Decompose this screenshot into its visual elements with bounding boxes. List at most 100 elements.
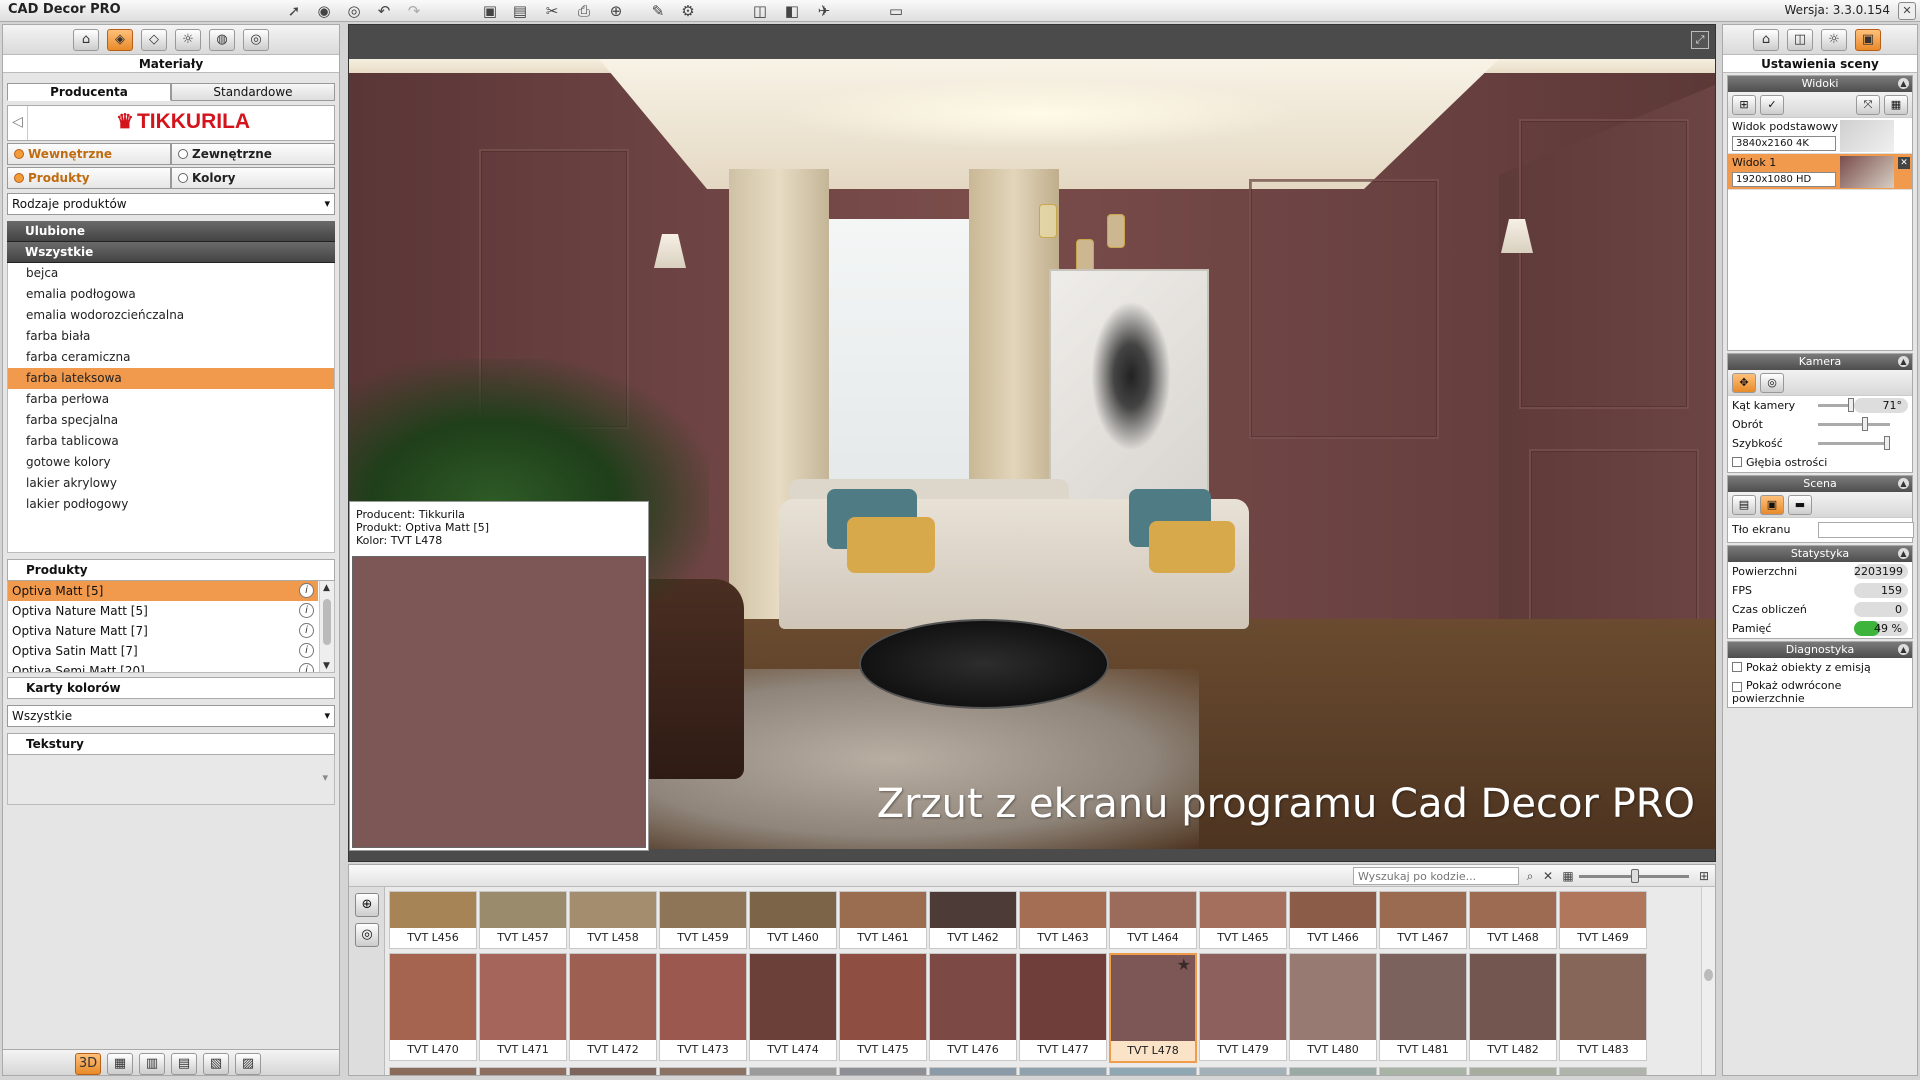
- camera-capture-icon[interactable]: ◎: [355, 923, 379, 947]
- clear-icon[interactable]: ✕: [1539, 867, 1557, 885]
- option-colors[interactable]: Kolory: [171, 167, 335, 189]
- speed-slider[interactable]: [1818, 436, 1890, 450]
- arrow-up-icon[interactable]: ▲: [323, 583, 330, 593]
- favorite-star-icon[interactable]: ★: [1177, 955, 1191, 974]
- color-cell[interactable]: TVT L472: [569, 953, 657, 1061]
- split-view-icon[interactable]: ▨: [235, 1053, 261, 1075]
- camera-header[interactable]: Kamera ▲: [1728, 354, 1912, 370]
- color-chip[interactable]: [570, 954, 656, 1040]
- info-icon[interactable]: i: [299, 583, 314, 598]
- wall-view-icon[interactable]: ▧: [203, 1053, 229, 1075]
- lighting-icon[interactable]: ☼: [1821, 29, 1847, 51]
- color-chip[interactable]: [390, 954, 476, 1040]
- color-cell[interactable]: TVT L474: [749, 953, 837, 1061]
- render-viewport[interactable]: Zrzut z ekranu programu Cad Decor PRO ⤢ …: [348, 24, 1716, 862]
- arrow-down-icon[interactable]: ▼: [323, 661, 330, 671]
- slider-knob[interactable]: [1862, 417, 1868, 431]
- search-icon[interactable]: ⌕: [1521, 867, 1539, 885]
- color-chip[interactable]: [1470, 892, 1556, 928]
- color-chip[interactable]: [1200, 892, 1286, 928]
- color-cell[interactable]: TVT L476: [929, 953, 1017, 1061]
- product-item[interactable]: Optiva Nature Matt [7] i: [8, 621, 318, 641]
- info-icon[interactable]: i: [299, 623, 314, 638]
- side-view-icon[interactable]: ▤: [171, 1053, 197, 1075]
- dof-row[interactable]: Głębia ostrości: [1728, 453, 1912, 472]
- orbit-camera-icon[interactable]: ◎: [1760, 373, 1784, 393]
- color-cards-header[interactable]: Karty kolorów: [7, 677, 335, 699]
- color-cell[interactable]: [1469, 1067, 1557, 1075]
- color-chip[interactable]: [1020, 954, 1106, 1040]
- info-icon[interactable]: i: [299, 663, 314, 672]
- color-chip[interactable]: [1560, 892, 1646, 928]
- color-chip[interactable]: [1290, 892, 1376, 928]
- color-cell[interactable]: TVT L467: [1379, 891, 1467, 949]
- tab-producer[interactable]: Producenta: [7, 83, 171, 101]
- diagnostics-header[interactable]: Diagnostyka ▲: [1728, 642, 1912, 658]
- views-header[interactable]: Widoki ▲: [1728, 76, 1912, 92]
- grid-large-icon[interactable]: ⊞: [1695, 867, 1713, 885]
- color-cell[interactable]: [1559, 1067, 1647, 1075]
- color-chip[interactable]: [930, 892, 1016, 928]
- redo-icon[interactable]: ↷: [402, 1, 426, 21]
- color-chip[interactable]: [1290, 954, 1376, 1040]
- color-cell[interactable]: TVT L480: [1289, 953, 1377, 1061]
- color-cell[interactable]: TVT L465: [1199, 891, 1287, 949]
- delete-view-icon[interactable]: ✕: [1898, 157, 1910, 169]
- screen-bg-color-picker[interactable]: [1818, 522, 1914, 538]
- category-item[interactable]: farba ceramiczna: [8, 347, 334, 368]
- color-cell[interactable]: [839, 1067, 927, 1075]
- category-favorites[interactable]: Ulubione: [7, 221, 335, 242]
- color-cell[interactable]: TVT L481: [1379, 953, 1467, 1061]
- color-chip[interactable]: [840, 892, 926, 928]
- objects-icon[interactable]: ⌂: [1753, 29, 1779, 51]
- color-cell[interactable]: TVT L469: [1559, 891, 1647, 949]
- layers-icon[interactable]: ◫: [1787, 29, 1813, 51]
- tab-standard[interactable]: Standardowe: [171, 83, 335, 101]
- category-all[interactable]: Wszystkie: [7, 242, 335, 263]
- option-interior[interactable]: Wewnętrzne: [7, 143, 171, 165]
- print-icon[interactable]: ⎙: [572, 1, 596, 21]
- color-cell[interactable]: TVT L479: [1199, 953, 1287, 1061]
- color-chip[interactable]: [1470, 954, 1556, 1040]
- view-resolution-select[interactable]: 1920x1080 HD: [1732, 172, 1836, 187]
- color-cell[interactable]: TVT L477: [1019, 953, 1107, 1061]
- color-cards-select[interactable]: Wszystkie ▾: [7, 705, 335, 727]
- color-cell[interactable]: TVT L462: [929, 891, 1017, 949]
- strip-scrollbar[interactable]: [1701, 887, 1715, 1075]
- undo-icon[interactable]: ↶: [372, 1, 396, 21]
- color-cell[interactable]: [479, 1067, 567, 1075]
- info-icon[interactable]: i: [299, 643, 314, 658]
- zoom-slider-knob[interactable]: [1631, 869, 1639, 883]
- color-chip[interactable]: [750, 892, 836, 928]
- collapse-icon[interactable]: ▲: [1898, 644, 1909, 655]
- info-icon[interactable]: i: [299, 603, 314, 618]
- color-cell[interactable]: TVT L468: [1469, 891, 1557, 949]
- color-cell[interactable]: TVT L457: [479, 891, 567, 949]
- color-chip[interactable]: [570, 892, 656, 928]
- category-item[interactable]: bejca: [8, 263, 334, 284]
- move-camera-icon[interactable]: ✥: [1732, 373, 1756, 393]
- save-as-icon[interactable]: ▤: [508, 1, 532, 21]
- print-cut-icon[interactable]: ✂: [540, 1, 564, 21]
- tiles-icon[interactable]: ◇: [141, 29, 167, 51]
- collapse-icon[interactable]: ▲: [1898, 548, 1909, 559]
- scene-header[interactable]: Scena ▲: [1728, 476, 1912, 492]
- color-chip[interactable]: [840, 954, 926, 1040]
- scroll-thumb[interactable]: [323, 599, 331, 645]
- fit-view-icon[interactable]: ⤧: [1856, 95, 1880, 115]
- scene-film-icon[interactable]: ▤: [1732, 495, 1756, 515]
- color-chip[interactable]: [660, 892, 746, 928]
- product-item[interactable]: Optiva Semi Matt [20] i: [8, 661, 318, 672]
- scene-strip-icon[interactable]: ▬: [1788, 495, 1812, 515]
- color-cell[interactable]: [659, 1067, 747, 1075]
- color-cell[interactable]: TVT L478 ★: [1109, 953, 1197, 1063]
- diag-flipped-row[interactable]: Pokaż odwrócone powierzchnie: [1728, 677, 1912, 707]
- cursor-icon[interactable]: ➚: [282, 1, 306, 21]
- box-icon[interactable]: ◧: [780, 1, 804, 21]
- screen-icon[interactable]: ▭: [884, 1, 908, 21]
- collapse-icon[interactable]: ▲: [1898, 78, 1909, 89]
- category-item[interactable]: farba specjalna: [8, 410, 334, 431]
- edit-view-icon[interactable]: ✓: [1760, 95, 1784, 115]
- color-cell[interactable]: TVT L456: [389, 891, 477, 949]
- color-cell[interactable]: TVT L464: [1109, 891, 1197, 949]
